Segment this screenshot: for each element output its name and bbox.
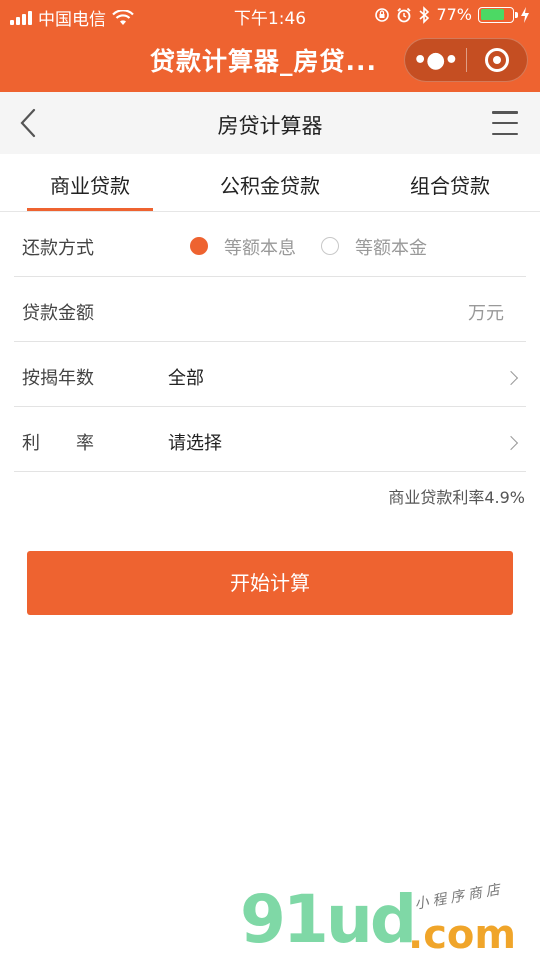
more-options-button[interactable]: •●• — [405, 48, 466, 73]
hamburger-menu-icon[interactable] — [492, 111, 518, 135]
tab-combined-loan[interactable]: 组合贷款 — [360, 170, 540, 199]
loan-amount-row: 贷款金额 万元 — [14, 278, 526, 342]
app-title-bar: 贷款计算器_房贷... •●• — [0, 30, 540, 92]
battery-percent: 77% — [436, 5, 472, 24]
watermark-logo: 91ud 小程序商店 .com — [238, 880, 538, 960]
watermark-small: 小程序商店 — [413, 881, 505, 913]
interest-rate-row[interactable]: 利 率 请选择 — [14, 408, 526, 472]
tab-provident-fund-loan[interactable]: 公积金贷款 — [180, 170, 360, 199]
lock-rotation-icon — [375, 7, 390, 22]
equal-installment-label[interactable]: 等额本息 — [224, 234, 296, 260]
active-tab-indicator — [27, 208, 153, 211]
amount-unit: 万元 — [468, 303, 504, 324]
repayment-method-row: 还款方式 等额本息 等额本金 — [14, 213, 526, 277]
chevron-right-icon — [503, 370, 519, 386]
alarm-icon — [397, 7, 412, 22]
target-icon — [484, 48, 509, 72]
repayment-method-label: 还款方式 — [22, 238, 94, 259]
capsule-menu: •●• — [404, 38, 528, 82]
watermark-suffix: .com — [408, 912, 517, 958]
nav-header: 房贷计算器 — [0, 92, 540, 154]
mortgage-years-row[interactable]: 按揭年数 全部 — [14, 343, 526, 407]
status-right: 77% — [374, 5, 530, 24]
page-title: 房贷计算器 — [217, 114, 323, 138]
radio-equal-installment[interactable] — [190, 237, 208, 255]
interest-rate-label: 利 率 — [22, 433, 94, 454]
loan-type-tabs: 商业贷款 公积金贷款 组合贷款 — [0, 154, 540, 212]
loan-amount-input[interactable] — [168, 292, 458, 328]
interest-rate-value[interactable]: 请选择 — [168, 429, 222, 455]
status-bar: 中国电信 下午1:46 77% — [0, 0, 540, 30]
tab-commercial-loan[interactable]: 商业贷款 — [0, 170, 180, 199]
app-title: 贷款计算器_房贷... — [150, 47, 377, 76]
radio-equal-principal[interactable] — [321, 237, 339, 255]
rate-note: 商业贷款利率4.9% — [388, 488, 525, 507]
close-miniprogram-button[interactable] — [467, 48, 528, 72]
battery-icon — [478, 6, 518, 23]
mortgage-years-label: 按揭年数 — [22, 368, 94, 389]
mortgage-years-value[interactable]: 全部 — [168, 364, 204, 390]
chevron-right-icon — [503, 435, 519, 451]
charging-icon — [521, 6, 529, 23]
equal-principal-label[interactable]: 等额本金 — [355, 234, 427, 260]
watermark-main: 91ud — [240, 881, 417, 958]
bluetooth-icon — [419, 5, 430, 24]
start-calculation-button[interactable]: 开始计算 — [27, 551, 513, 615]
loan-amount-label: 贷款金额 — [22, 303, 94, 324]
